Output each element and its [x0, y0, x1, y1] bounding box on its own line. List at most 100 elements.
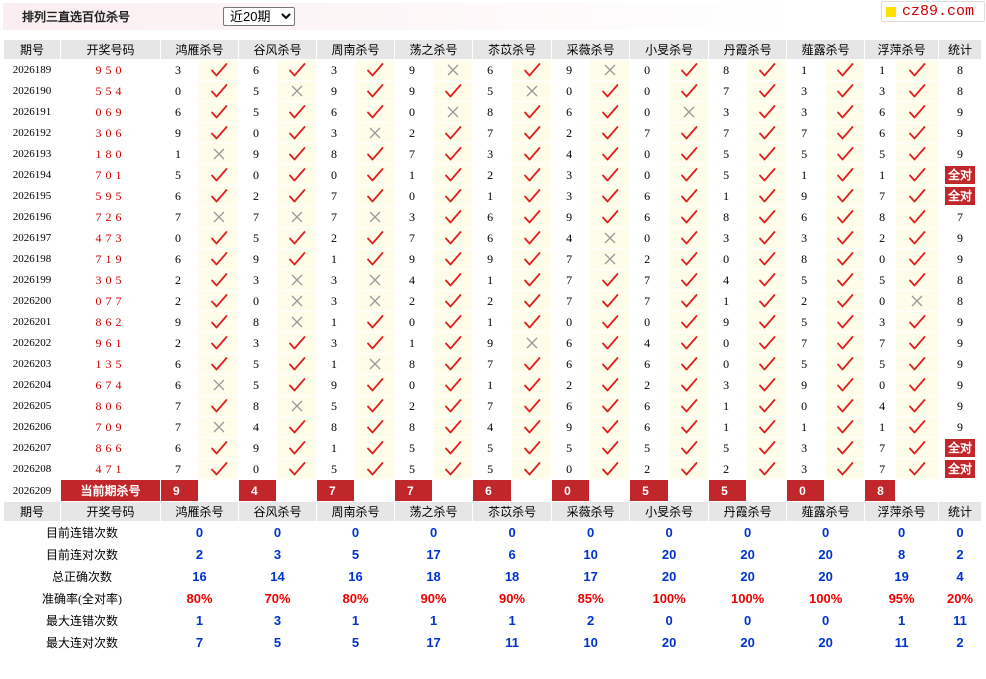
result-mark: [895, 248, 940, 270]
result-mark: [354, 332, 396, 354]
check-icon: [680, 231, 697, 245]
result-mark: [589, 206, 631, 228]
stat-cell: 9: [938, 311, 982, 333]
cross-icon: [369, 274, 380, 286]
cross-icon: [447, 64, 459, 76]
stat-cell: 全对: [938, 458, 982, 480]
check-icon: [909, 126, 926, 140]
kill-number: 7: [864, 437, 897, 459]
column-header: 期号: [3, 501, 61, 522]
result-mark: [432, 374, 474, 396]
page-title: 排列三直选百位杀号: [22, 10, 131, 24]
stat-cell: 9: [938, 374, 982, 396]
draw-number: 866: [60, 437, 161, 459]
kill-number: 2: [160, 269, 199, 291]
kill-number: 0: [629, 227, 670, 249]
kill-number: 4: [394, 269, 434, 291]
summary-value: 7: [159, 631, 240, 654]
result-mark: [824, 395, 866, 417]
blank-cell: [354, 479, 396, 502]
summary-value: 2: [938, 543, 982, 566]
table-row: 2026197 473 0 5 2 7 6 4 0 3 3 2 9: [3, 227, 982, 249]
issue-number: 2026195: [3, 185, 61, 207]
result-mark: [511, 185, 553, 207]
kill-number: 8: [238, 311, 278, 333]
check-icon: [444, 252, 461, 266]
kill-number: 0: [629, 59, 670, 81]
summary-value: 100%: [786, 587, 866, 610]
kill-number: 7: [394, 143, 434, 165]
result-mark: [746, 248, 788, 270]
column-header: 谷风杀号: [238, 501, 318, 522]
kill-number: 5: [472, 80, 513, 102]
check-icon: [601, 147, 618, 161]
result-mark: [276, 101, 318, 123]
check-icon: [836, 441, 854, 455]
kill-number: 0: [629, 143, 670, 165]
kill-number: 2: [160, 332, 199, 354]
issue-number: 2026201: [3, 311, 61, 333]
summary-value: 5: [238, 631, 318, 654]
draw-number: 961: [60, 332, 161, 354]
result-mark: [354, 59, 396, 81]
summary-value: 20: [629, 543, 710, 566]
result-mark: [432, 290, 474, 312]
kill-number: 6: [629, 185, 670, 207]
check-icon: [680, 378, 697, 392]
result-mark: [746, 185, 788, 207]
cross-icon: [683, 106, 695, 118]
summary-value: 0: [938, 521, 982, 544]
kill-number: 7: [472, 122, 513, 144]
check-icon: [444, 378, 461, 392]
result-mark: [746, 101, 788, 123]
summary-value: 2: [159, 543, 240, 566]
result-mark: [895, 290, 940, 312]
check-icon: [210, 252, 227, 266]
result-mark: [746, 143, 788, 165]
check-icon: [444, 399, 461, 413]
check-icon: [758, 105, 776, 119]
result-mark: [432, 248, 474, 270]
check-icon: [836, 315, 854, 329]
check-icon: [909, 336, 926, 350]
summary-value: 17: [551, 565, 631, 588]
check-icon: [444, 273, 461, 287]
issue-number: 2026200: [3, 290, 61, 312]
check-icon: [444, 357, 461, 371]
draw-number: 701: [60, 164, 161, 186]
summary-value: 8: [864, 543, 940, 566]
kill-number: 1: [708, 185, 748, 207]
check-icon: [523, 105, 540, 119]
check-icon: [523, 315, 540, 329]
check-icon: [288, 126, 305, 140]
site-logo-square: [886, 7, 896, 17]
check-icon: [836, 273, 854, 287]
draw-number: 471: [60, 458, 161, 480]
result-mark: [197, 290, 240, 312]
check-icon: [758, 399, 776, 413]
result-mark: [589, 353, 631, 375]
kill-number: 3: [551, 185, 591, 207]
result-mark: [895, 374, 940, 396]
kill-number: 7: [629, 269, 670, 291]
summary-row: 最大连对次数 7 5 5 17 11 10 20 20 20 11 2: [3, 631, 982, 654]
check-icon: [523, 168, 540, 182]
kill-number: 7: [708, 122, 748, 144]
site-badge[interactable]: cz89.com: [881, 1, 985, 22]
result-mark: [276, 437, 318, 459]
kill-number: 9: [394, 248, 434, 270]
check-icon: [366, 84, 383, 98]
period-select[interactable]: 近20期: [223, 7, 295, 26]
result-mark: [511, 227, 553, 249]
kill-number: 6: [160, 437, 199, 459]
draw-number: 719: [60, 248, 161, 270]
kill-number: 1: [472, 269, 513, 291]
kill-number: 4: [864, 395, 897, 417]
kill-number: 3: [316, 122, 356, 144]
check-icon: [444, 168, 461, 182]
kill-number: 6: [864, 101, 897, 123]
kill-number: 6: [238, 59, 278, 81]
check-icon: [680, 399, 697, 413]
check-icon: [680, 273, 697, 287]
summary-label: 目前连错次数: [3, 521, 161, 544]
